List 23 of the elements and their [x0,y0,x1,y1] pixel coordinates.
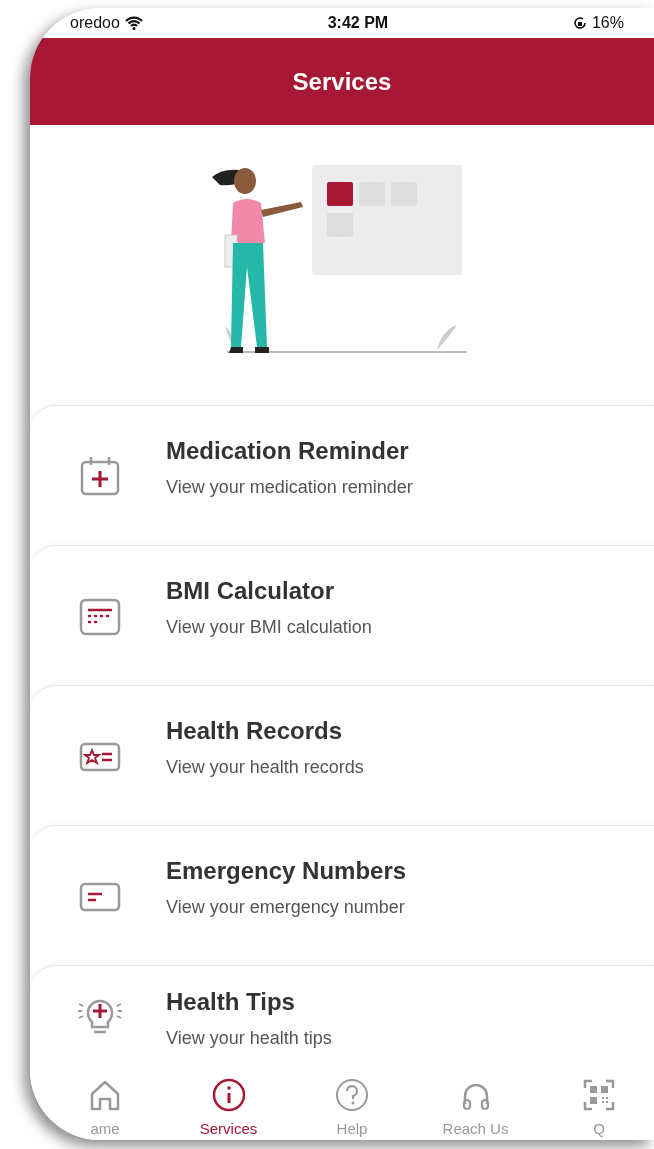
service-subtitle: View your BMI calculation [166,617,372,638]
battery-percent: 16% [591,14,624,32]
service-subtitle: View your health records [166,757,364,778]
service-card[interactable]: Health Tips View your health tips [30,965,654,1049]
orientation-lock-icon [572,16,587,30]
wifi-icon [124,16,143,30]
service-card[interactable]: Health Records View your health records [30,685,654,825]
help-icon [333,1076,371,1114]
carrier-name: oredoo [70,14,120,32]
service-card[interactable]: Emergency Numbers View your emergency number [30,825,654,965]
service-card[interactable]: BMI Calculator View your BMI calculation [30,545,654,685]
service-title: Health Records [166,717,344,745]
service-subtitle: View your health tips [166,1028,332,1049]
service-subtitle: View your emergency number [166,897,406,918]
tab-item[interactable]: Services [173,1070,284,1140]
service-title: Emergency Numbers [166,857,407,885]
service-card[interactable]: Medication Reminder View your medication reminder [30,405,654,545]
service-title: Medication Reminder [166,437,410,465]
service-subtitle: View your medication reminder [166,477,413,498]
service-title: Health Tips [166,988,296,1016]
clock-time: 3:42 PM [327,14,389,32]
service-title: BMI Calculator [166,577,336,605]
screen-title: Services [292,67,392,96]
